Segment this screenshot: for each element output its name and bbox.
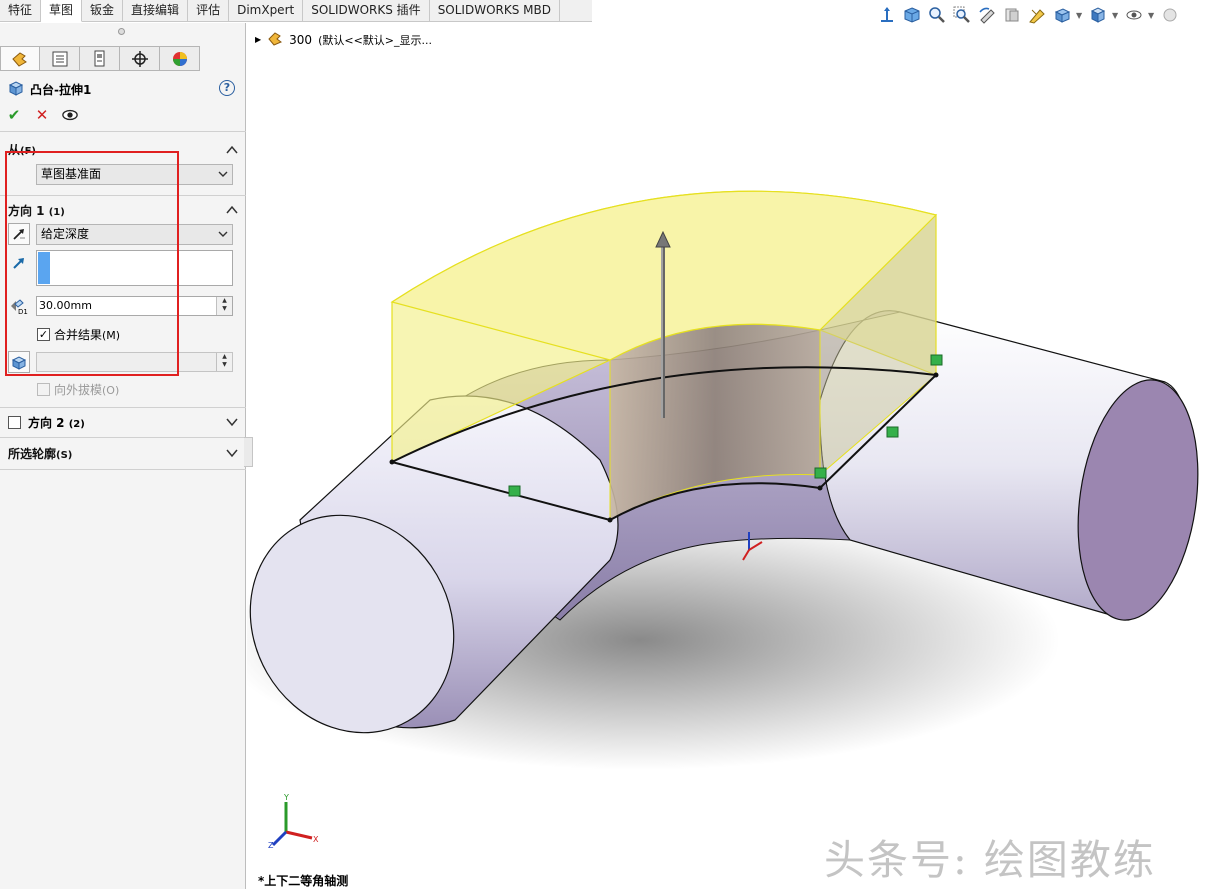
- divider: [0, 131, 246, 132]
- divider: [0, 469, 246, 470]
- preview-eye-icon[interactable]: [62, 107, 78, 123]
- zoom-to-fit-icon[interactable]: [926, 4, 948, 26]
- display-style-icon[interactable]: [1087, 4, 1109, 26]
- property-manager-panel: 凸台-拉伸1 ? ✔ ✕ 从(F) 草图基准面 方向 1 (1) 给定深度 D1…: [0, 23, 246, 889]
- svg-text:Y: Y: [283, 793, 289, 802]
- draft-angle-spinner[interactable]: ▲ ▼: [216, 353, 232, 371]
- draft-outward-box: [37, 383, 50, 396]
- hide-show-icon[interactable]: [1123, 4, 1145, 26]
- svg-text:X: X: [313, 835, 319, 844]
- selected-contours-shortcut: (S): [56, 450, 73, 461]
- highlight-frame: [5, 151, 179, 376]
- chevron-down-icon: [218, 227, 228, 246]
- tab-sketch[interactable]: 草图: [41, 0, 83, 22]
- direction2-shortcut: (2): [68, 419, 85, 430]
- draft-outward-shortcut: (O): [102, 384, 120, 397]
- appearance-icon[interactable]: [1159, 4, 1181, 26]
- tab-sheet-metal[interactable]: 钣金: [82, 0, 124, 22]
- depth-spinner[interactable]: ▲ ▼: [216, 297, 232, 315]
- tab-features[interactable]: 特征: [0, 0, 42, 22]
- section-view-icon[interactable]: [1001, 4, 1023, 26]
- view-orientation-cube-icon[interactable]: [1051, 4, 1073, 26]
- direction2-section-header[interactable]: 方向 2 (2): [8, 414, 85, 431]
- chevron-down-icon[interactable]: [226, 416, 238, 428]
- configuration-manager-icon[interactable]: [80, 46, 120, 71]
- divider: [0, 437, 246, 438]
- cancel-button[interactable]: ✕: [34, 106, 50, 124]
- chevron-down-icon: [218, 167, 228, 186]
- draft-outward-label: 向外拔模: [54, 383, 103, 397]
- watermark-text: 头条号: 绘图教练: [824, 836, 1156, 884]
- tab-direct-edit[interactable]: 直接编辑: [123, 0, 189, 22]
- draft-outward-checkbox[interactable]: 向外拔模(O): [37, 381, 119, 398]
- view-orientation-name: *上下二等角轴测: [258, 874, 349, 888]
- panel-grip-handle[interactable]: [118, 28, 125, 35]
- action-buttons: ✔ ✕: [6, 106, 78, 124]
- chevron-down-icon[interactable]: ▼: [1148, 11, 1156, 20]
- chevron-down-icon[interactable]: [226, 447, 238, 459]
- direction2-checkbox[interactable]: [8, 416, 21, 429]
- dimxpert-manager-icon[interactable]: [120, 46, 160, 71]
- manager-tabs: [0, 46, 200, 71]
- chevron-up-icon[interactable]: [226, 204, 238, 216]
- direction2-label: 方向 2: [28, 416, 65, 430]
- tab-dimxpert[interactable]: DimXpert: [229, 0, 304, 22]
- chevron-down-icon[interactable]: ▼: [1076, 11, 1084, 20]
- standard-views-icon[interactable]: [901, 4, 923, 26]
- zoom-area-icon[interactable]: [951, 4, 973, 26]
- feature-manager-icon[interactable]: [0, 46, 40, 71]
- model-viewport[interactable]: Y X Z: [247, 30, 1211, 850]
- chevron-up-icon[interactable]: [226, 144, 238, 156]
- ok-button[interactable]: ✔: [6, 106, 22, 124]
- heads-up-view-toolbar: ▼ ▼ ▼: [876, 2, 1181, 28]
- help-icon[interactable]: ?: [219, 80, 235, 96]
- tab-solidworks-addins[interactable]: SOLIDWORKS 插件: [303, 0, 430, 22]
- divider: [0, 407, 246, 408]
- display-manager-icon[interactable]: [160, 46, 200, 71]
- selected-contours-section-header[interactable]: 所选轮廓(S): [8, 445, 72, 463]
- tab-evaluate[interactable]: 评估: [188, 0, 230, 22]
- dynamic-annotation-icon[interactable]: [1026, 4, 1048, 26]
- feature-name: 凸台-拉伸1: [30, 82, 92, 97]
- boss-extrude-icon: [8, 80, 24, 99]
- tab-solidworks-mbd[interactable]: SOLIDWORKS MBD: [430, 0, 560, 22]
- chevron-down-icon[interactable]: ▼: [1112, 11, 1120, 20]
- command-manager-tabs: 特征 草图 钣金 直接编辑 评估 DimXpert SOLIDWORKS 插件 …: [0, 0, 592, 22]
- property-manager-icon[interactable]: [40, 46, 80, 71]
- feature-title: 凸台-拉伸1: [8, 80, 91, 98]
- previous-view-icon[interactable]: [976, 4, 998, 26]
- selected-contours-label: 所选轮廓: [8, 447, 57, 461]
- view-orientation-icon[interactable]: [876, 4, 898, 26]
- reference-triad-icon: Y X Z: [268, 793, 319, 850]
- svg-text:Z: Z: [268, 841, 274, 850]
